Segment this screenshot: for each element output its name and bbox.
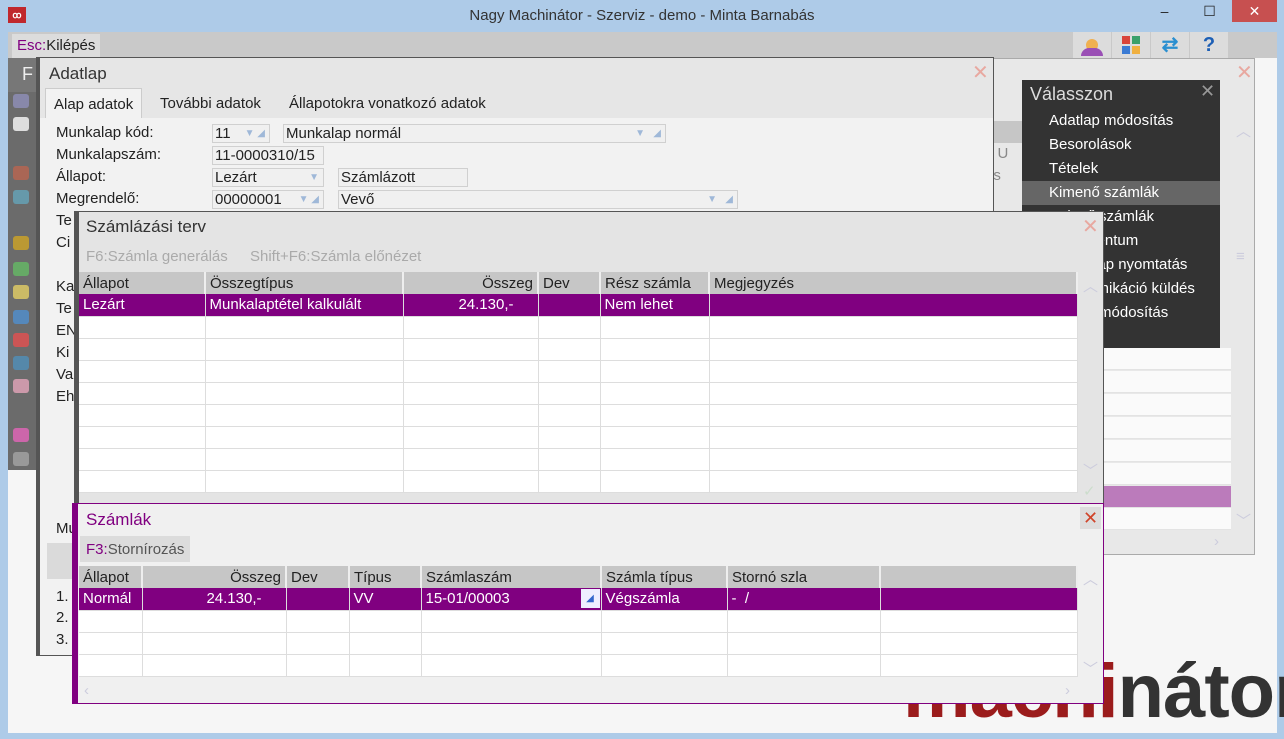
exit-key: Esc: — [17, 37, 47, 54]
field-label: Te — [56, 212, 72, 229]
scroll-right-icon[interactable]: › — [1065, 682, 1070, 699]
minimize-button[interactable]: – — [1142, 0, 1187, 22]
field-label: Ki — [56, 344, 70, 361]
scroll-up-icon[interactable]: ︿ — [1236, 120, 1251, 141]
scroll-right-icon[interactable]: › — [1214, 533, 1219, 550]
field-label: Te — [56, 300, 72, 317]
szamlak-title: Számlák — [86, 510, 152, 529]
column-header[interactable]: Dev — [286, 566, 350, 588]
munkalap-kod-select[interactable]: 11 ▼ ◢ — [212, 124, 270, 143]
column-header[interactable]: Számlaszám — [421, 566, 602, 588]
preview-invoice-command[interactable]: Shift+F6:Számla előnézet — [250, 248, 421, 265]
table-row[interactable]: Normál 24.130,- VV 15-01/00003 ◢ Végszámla - / — [79, 588, 1078, 611]
tab-tovabbi-adatok[interactable]: További adatok — [152, 88, 269, 119]
sidebar-header: F — [8, 58, 38, 92]
tab-allapotok[interactable]: Állapotokra vonatkozó adatok — [281, 88, 494, 119]
field-label: Va — [56, 366, 74, 383]
menu-item[interactable]: Adatlap módosítás — [1022, 109, 1220, 133]
close-window-button[interactable]: ✕ — [1232, 0, 1277, 22]
close-icon[interactable]: ✕ — [1080, 507, 1101, 529]
column-header[interactable]: Típus — [349, 566, 422, 588]
exit-label: Kilépés — [46, 37, 96, 54]
sidebar-icon[interactable] — [13, 190, 29, 204]
menu-title: Válasszon — [1030, 84, 1114, 104]
window-title: Nagy Machinátor - Szerviz - demo - Minta… — [469, 7, 815, 24]
billing-plan-table: Állapot Összegtípus Összeg Dev Rész számla Me… — [79, 272, 1078, 493]
column-header[interactable]: Összegtípus — [205, 272, 404, 294]
label-munkalap-kod: Munkalap kód: — [56, 124, 154, 141]
megrendelo-select[interactable]: 00000001 ▼ ◢ — [212, 190, 324, 209]
szamlazasi-terv-title: Számlázási terv — [86, 217, 206, 236]
help-icon[interactable]: ? — [1190, 32, 1228, 58]
sidebar-icon[interactable] — [13, 428, 29, 442]
scroll-down-icon[interactable]: ﹀ — [1236, 510, 1251, 531]
column-header[interactable]: Stornó szla — [727, 566, 881, 588]
sidebar-icon[interactable] — [13, 236, 29, 250]
invoices-table: Állapot Összeg Dev Típus Számlaszám Számla tí… — [79, 566, 1078, 677]
column-header[interactable]: Rész számla — [600, 272, 710, 294]
sidebar-icon[interactable] — [13, 117, 29, 131]
tab-alap-adatok[interactable]: Alap adatok — [45, 88, 143, 119]
list-item: 3. — [56, 631, 69, 648]
field-label: Ka — [56, 278, 75, 295]
scroll-up-icon[interactable]: ︿ — [1083, 275, 1098, 296]
allapot-select[interactable]: Lezárt ▼ — [212, 168, 324, 187]
column-header[interactable]: Állapot — [79, 272, 206, 294]
sidebar-icon[interactable] — [13, 310, 29, 324]
maximize-button[interactable]: ☐ — [1187, 0, 1232, 22]
menu-close-icon[interactable]: ✕ — [1200, 81, 1215, 102]
sidebar-icon[interactable] — [13, 356, 29, 370]
sidebar-icon[interactable] — [13, 379, 29, 393]
table-row[interactable]: Lezárt Munkalaptétel kalkulált 24.130,- Nem… — [79, 294, 1078, 317]
sidebar-icon[interactable] — [13, 94, 29, 108]
allapot-text-field[interactable]: Számlázott — [338, 168, 468, 187]
label-allapot: Állapot: — [56, 168, 107, 185]
menu-item[interactable]: Besorolások — [1022, 133, 1220, 157]
field-label: Eh — [56, 388, 75, 405]
list-item: 1. — [56, 588, 69, 605]
column-header[interactable]: Összeg — [403, 272, 539, 294]
menu-lines-icon[interactable]: ≡ — [1236, 248, 1245, 265]
sidebar-icon[interactable] — [13, 285, 29, 299]
menu-item[interactable]: Tételek — [1022, 157, 1220, 181]
sidebar-icon[interactable] — [13, 262, 29, 276]
scroll-left-icon[interactable]: ‹ — [84, 682, 89, 699]
storno-button[interactable]: F3:Stornírozás — [80, 536, 191, 562]
confirm-check-icon[interactable]: ✓ — [1083, 482, 1096, 500]
label-megrendelo: Megrendelő: — [56, 190, 140, 207]
column-header[interactable]: Állapot — [79, 566, 143, 588]
column-header[interactable]: Megjegyzés — [709, 272, 1078, 294]
menu-item-selected[interactable]: Kimenő számlák — [1022, 181, 1220, 205]
munkalapszam-field[interactable]: 11-0000310/15 — [212, 146, 324, 165]
close-icon[interactable]: ✕ — [972, 60, 989, 85]
lookup-icon[interactable]: ◢ — [580, 589, 600, 608]
gear-icon[interactable] — [13, 452, 29, 466]
label-munkalapszam: Munkalapszám: — [56, 146, 162, 163]
scroll-down-icon[interactable]: ﹀ — [1083, 460, 1098, 481]
adatlap-title: Adatlap — [49, 64, 107, 83]
munkalap-tipus-select[interactable]: Munkalap normál ▼ ◢ — [283, 124, 666, 143]
sidebar-icon[interactable] — [13, 333, 29, 347]
scroll-down-icon[interactable]: ﹀ — [1083, 658, 1098, 679]
column-header[interactable]: Számla típus — [601, 566, 728, 588]
swap-icon[interactable]: ⇄ — [1151, 32, 1189, 58]
list-item: 2. — [56, 609, 69, 626]
column-header[interactable]: Dev — [538, 272, 601, 294]
generate-invoice-command[interactable]: F6:Számla generálás — [86, 248, 228, 265]
close-icon[interactable]: ✕ — [1082, 214, 1099, 239]
column-header[interactable]: Összeg — [142, 566, 287, 588]
scroll-up-icon[interactable]: ︿ — [1083, 568, 1098, 589]
modules-icon[interactable] — [1112, 32, 1150, 58]
field-label: Ci — [56, 234, 71, 251]
megrendelo-name-select[interactable]: Vevő ▼ ◢ — [338, 190, 738, 209]
sidebar-icon[interactable] — [13, 166, 29, 180]
user-icon[interactable] — [1073, 32, 1111, 58]
exit-button[interactable]: Esc:Kilépés — [12, 34, 101, 58]
close-icon[interactable]: ✕ — [1236, 60, 1253, 85]
